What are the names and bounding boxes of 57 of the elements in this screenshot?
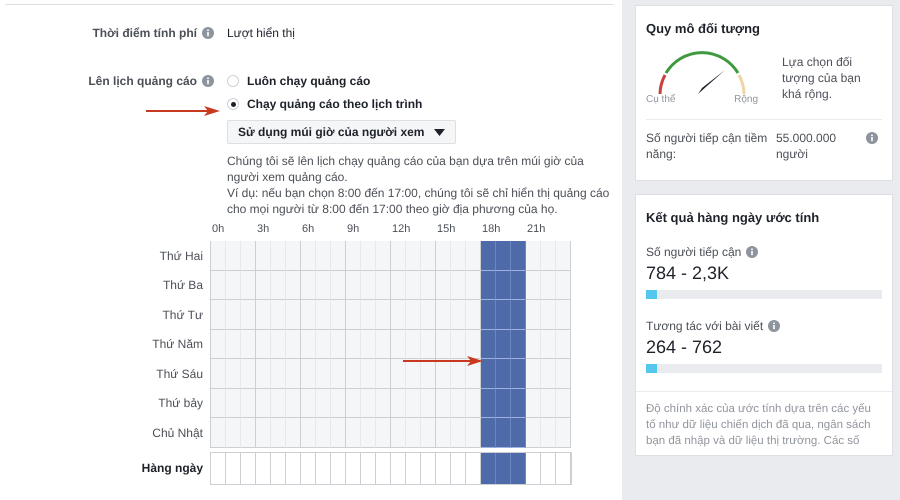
description-text: Ví dụ: nếu bạn chọn 8:00 đến 17:00, chúng tôi sẽ chỉ hiển thị quảng cáo cho mọi người từ 8:00 đến 17:00 theo giờ địa phương của họ. bbox=[227, 185, 610, 217]
time-slot[interactable] bbox=[511, 388, 526, 418]
info-icon[interactable] bbox=[202, 75, 214, 87]
reach-value: 55.000.000 người bbox=[776, 130, 838, 162]
day-label: Thứ Hai bbox=[160, 248, 203, 263]
arrow-icon bbox=[146, 106, 220, 116]
hour-label: 0h bbox=[211, 223, 224, 235]
audience-summary: Lựa chọn đối tượng của bạn khá rộng. bbox=[782, 54, 862, 103]
hour-label: 21h bbox=[526, 223, 546, 235]
card-title: Kết quả hàng ngày ước tính bbox=[646, 210, 820, 225]
metric-label: Số người tiếp cận bbox=[646, 245, 742, 259]
hour-label: 6h bbox=[301, 223, 314, 235]
card-title: Quy mô đối tượng bbox=[646, 21, 761, 36]
time-slot[interactable] bbox=[421, 359, 436, 388]
day-label: Thứ Sáu bbox=[156, 366, 203, 381]
description-text: Chúng tôi sẽ lên lịch chạy quảng cáo của bạn dựa trên múi giờ của người xem quảng cáo. bbox=[227, 153, 585, 185]
hour-label: 3h bbox=[256, 223, 270, 235]
day-label: Chủ Nhật bbox=[152, 426, 203, 440]
info-icon[interactable] bbox=[866, 132, 878, 144]
time-slot[interactable] bbox=[496, 388, 511, 418]
hour-label: 9h bbox=[346, 223, 360, 235]
info-icon[interactable] bbox=[202, 27, 214, 39]
day-label: Thứ Ba bbox=[162, 278, 203, 292]
caret-icon bbox=[434, 128, 446, 136]
reach-label: Số người tiếp cận tiềm năng: bbox=[646, 130, 768, 162]
field-label: Thời điểm tính phí bbox=[92, 26, 197, 40]
day-label: Thứ Năm bbox=[152, 337, 203, 352]
hour-label: 12h bbox=[391, 223, 410, 235]
info-icon[interactable] bbox=[768, 320, 780, 332]
option-label[interactable]: Chạy quảng cáo theo lịch trình bbox=[247, 97, 422, 111]
option-label[interactable]: Luôn chạy quảng cáo bbox=[247, 74, 370, 88]
day-label: Thứ Tư bbox=[162, 308, 203, 322]
gauge-label: Cụ thể bbox=[646, 94, 676, 105]
time-slot[interactable] bbox=[481, 270, 496, 300]
note-text: Độ chính xác của ước tính dựa trên các yếu tố như dữ liệu chiến dịch đã qua, ngân sách bạn đã nhập và dữ liệu thị trường. Các số bbox=[646, 403, 871, 447]
timezone-dropdown[interactable]: Sử dụng múi giờ của người xem bbox=[227, 120, 456, 144]
metric-value: 264 - 762 bbox=[646, 337, 724, 358]
time-slot[interactable] bbox=[481, 330, 496, 359]
arrow-icon bbox=[403, 356, 483, 366]
radio-button[interactable] bbox=[227, 98, 239, 110]
time-slot[interactable] bbox=[511, 330, 526, 359]
hour-label: 15h bbox=[436, 223, 456, 235]
time-slot[interactable] bbox=[466, 330, 481, 359]
day-label: Hàng ngày bbox=[142, 461, 203, 475]
metric-label: Tương tác với bài viết bbox=[646, 319, 764, 333]
gauge-label: Rộng bbox=[734, 94, 758, 105]
time-slot[interactable] bbox=[481, 388, 496, 418]
hour-label: 18h bbox=[481, 223, 500, 235]
day-label: Thứ bảy bbox=[158, 396, 203, 410]
time-slot[interactable] bbox=[511, 270, 526, 300]
radio-button[interactable] bbox=[227, 75, 239, 87]
time-slot[interactable] bbox=[496, 330, 511, 359]
field-label: Lên lịch quảng cáo bbox=[88, 74, 197, 88]
metric-value: 784 - 2,3K bbox=[646, 263, 730, 284]
info-icon[interactable] bbox=[746, 246, 758, 258]
field-value: Lượt hiển thị bbox=[227, 25, 296, 42]
time-slot[interactable] bbox=[496, 270, 511, 300]
